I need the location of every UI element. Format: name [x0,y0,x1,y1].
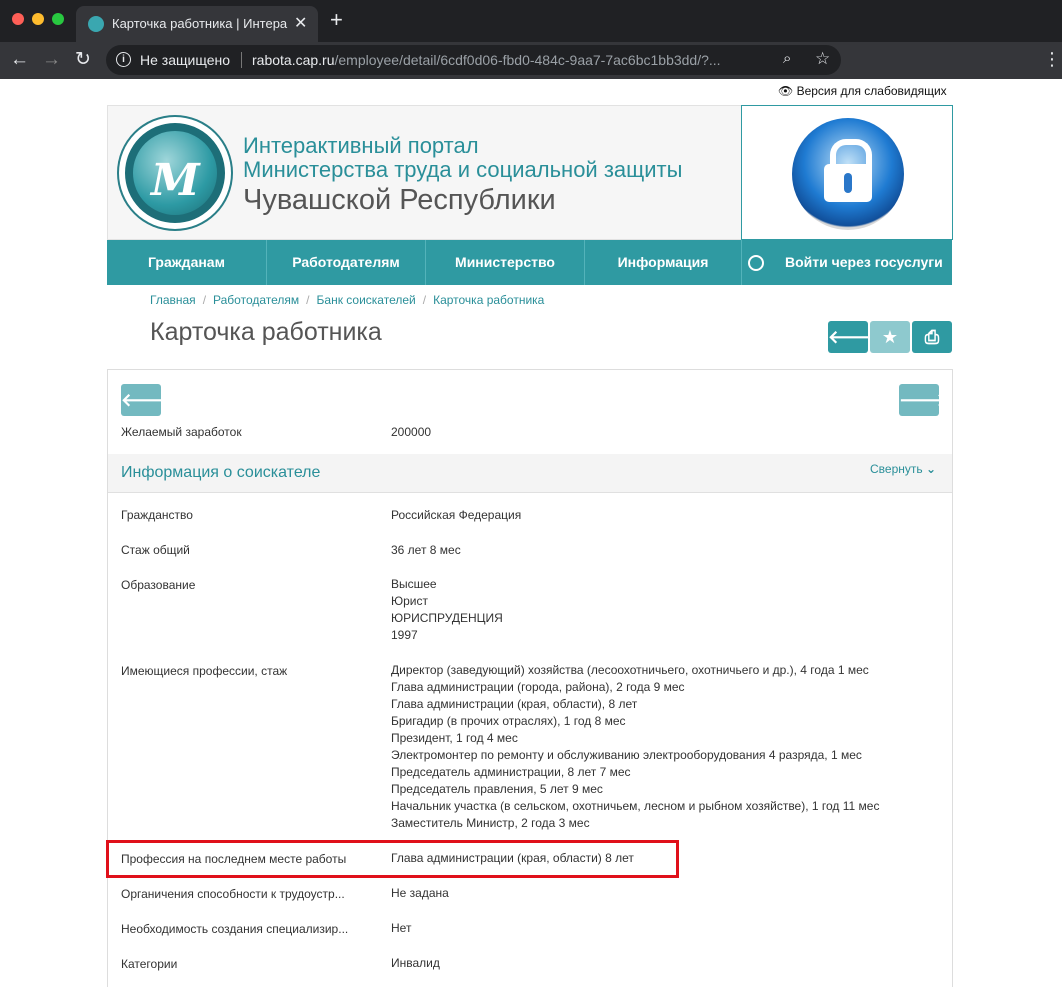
new-tab-icon[interactable]: + [330,9,343,31]
url-path: /employee/detail/6cdf0d06-fbd0-484c-9aa7… [334,52,721,68]
profession-line: Начальник участка (в сельском, охотничье… [391,799,880,813]
forward-icon[interactable]: → [42,49,61,71]
keyhole [844,173,852,193]
header-title-line3: Чувашской Республики [243,184,556,216]
categories-label: Категории [121,957,178,971]
nav-item-employers[interactable]: Работодателям [267,240,426,285]
favicon-icon [88,16,104,32]
favorite-button[interactable]: ★ [870,321,910,353]
url-host: rabota.cap.ru [252,52,335,68]
lock-body [824,164,872,202]
breadcrumb-applicant-bank[interactable]: Банк соискателей [317,293,416,307]
info-icon[interactable]: i [116,52,131,67]
chevron-down-icon: ⌄ [922,462,937,476]
url-text[interactable]: rabota.cap.ru/employee/detail/6cdf0d06-f… [252,52,721,68]
profession-line: Глава администрации (города, района), 2 … [391,680,685,694]
tab-title: Карточка работника | Интерактивный порта… [112,16,288,31]
nav-item-ministry[interactable]: Министерство [426,240,585,285]
education-line: Юрист [391,594,428,608]
maximize-window-button[interactable] [52,13,64,25]
minimize-window-button[interactable] [32,13,44,25]
breadcrumb-employers[interactable]: Работодателям [213,293,299,307]
reload-icon[interactable]: ↻ [75,49,91,71]
logo-emblem: M [133,131,217,215]
divider [241,52,242,68]
experience-value: 36 лет 8 мес [391,543,461,557]
profession-line: Председатель администрации, 8 лет 7 мес [391,765,631,779]
collapse-label: Свернуть [870,462,923,476]
zoom-icon[interactable]: ⌕ [783,50,791,67]
professions-label: Имеющиеся профессии, стаж [121,664,288,678]
profession-line: Бригадир (в прочих отраслях), 1 год 8 ме… [391,714,626,728]
menu-icon[interactable]: ⋮ [1043,49,1061,69]
address-bar[interactable]: i Не защищено rabota.cap.ru/employee/det… [106,45,841,75]
education-line: Высшее [391,577,437,591]
accessibility-label: Версия для слабовидящих [796,84,947,98]
limitations-value: Не задана [391,886,449,900]
citizenship-label: Гражданство [121,508,193,522]
breadcrumb-current[interactable]: Карточка работника [433,293,544,307]
gosuslugi-login-button[interactable]: Войти через госуслуги [785,240,943,285]
back-button[interactable]: 🡐 [828,321,876,353]
logo-mark-icon: M [151,155,200,206]
education-value: Высшее Юрист ЮРИСПРУДЕНЦИЯ 1997 [391,576,503,644]
nav-item-information[interactable]: Информация [585,240,742,285]
page-title: Карточка работника [150,318,382,346]
breadcrumb-separator: / [202,293,207,307]
education-line: ЮРИСПРУДЕНЦИЯ [391,611,503,625]
browser-chrome: Карточка работника | Интерактивный порта… [0,0,1062,79]
profession-line: Председатель правления, 5 лет 9 мес [391,782,603,796]
special-workplace-label: Необходимость создания специализир... [121,922,349,936]
eye-icon: 👁 [778,84,794,98]
gosuslugi-icon [748,255,764,271]
profession-line: Заместитель Министр, 2 года 3 мес [391,816,590,830]
education-line: 1997 [391,628,418,642]
breadcrumb-separator: / [422,293,427,307]
section-header: Информация о соискателе Свернуть ⌄ [108,454,952,493]
education-label: Образование [121,578,196,592]
limitations-label: Органичения способности к трудоустр... [121,887,345,901]
security-label: Не защищено [140,52,230,68]
professions-value: Директор (заведующий) хозяйства (лесоохо… [391,662,879,832]
collapse-toggle[interactable]: Свернуть ⌄ [870,462,936,476]
nav-item-citizens[interactable]: Гражданам [107,240,267,285]
breadcrumb-home[interactable]: Главная [150,293,196,307]
back-icon[interactable]: ← [10,49,29,71]
browser-tab[interactable]: Карточка работника | Интерактивный порта… [76,6,318,42]
profession-line: Президент, 1 год 4 мес [391,731,518,745]
special-workplace-value: Нет [391,921,412,935]
close-window-button[interactable] [12,13,24,25]
breadcrumb-separator: / [306,293,310,307]
profession-line: Электромонтер по ремонту и обслуживанию … [391,748,862,762]
profession-line: Директор (заведующий) хозяйства (лесоохо… [391,663,869,677]
experience-label: Стаж общий [121,543,190,557]
print-button[interactable]: ⎙ [912,321,952,353]
profession-line: Глава администрации (края, области), 8 л… [391,697,638,711]
close-tab-icon[interactable]: ✕ [294,13,307,33]
header-title-line2: Министерства труда и социальной защиты [243,157,683,182]
salary-label: Желаемый заработок [121,425,242,439]
next-record-button[interactable]: 🡒 [899,384,947,416]
breadcrumb: Главная / Работодателям / Банк соискателей / К… [150,293,544,307]
main-nav: Гражданам Работодателям Министерство Инф… [107,240,952,285]
login-lock-box[interactable] [741,105,953,240]
browser-toolbar: ← → ↻ i Не защищено rabota.cap.ru/employ… [0,42,1062,79]
citizenship-value: Российская Федерация [391,508,522,522]
categories-value: Инвалид [391,956,440,970]
previous-record-button[interactable]: 🡐 [121,384,169,416]
highlight-box [106,840,679,878]
bookmark-star-icon[interactable]: ☆ [815,49,830,69]
salary-value: 200000 [391,425,432,439]
accessibility-link[interactable]: 👁 Версия для слабовидящих [778,84,947,98]
section-title: Информация о соискателе [121,464,321,481]
logo[interactable]: M [119,117,231,229]
header-title-line1: Интерактивный портал [243,133,479,158]
tab-bar: Карточка работника | Интерактивный порта… [0,0,1062,42]
